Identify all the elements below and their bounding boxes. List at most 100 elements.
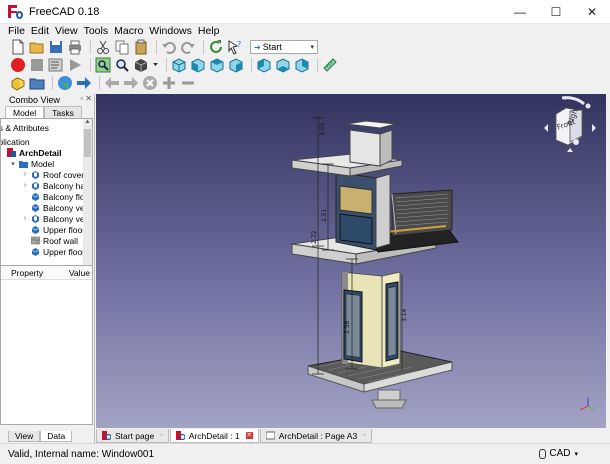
scroll-thumb[interactable] [84,129,91,157]
rear-view-icon[interactable] [256,57,272,73]
close-tab-icon[interactable]: ▫ [160,432,162,439]
measure-distance-icon[interactable] [322,57,338,73]
zoom-out-icon[interactable] [180,75,196,91]
navigation-style-value: CAD [549,448,571,459]
menu-help[interactable]: Help [198,25,220,37]
status-bar: Valid, Internal name: Window001 CAD ▾ [0,443,610,464]
navigate-back-icon[interactable] [104,75,120,91]
tab-data[interactable]: Data [40,431,73,442]
tree-expander[interactable]: ▾ [9,160,17,168]
navigation-style-selector[interactable]: CAD ▾ [539,448,578,459]
refresh-icon[interactable] [208,39,224,55]
document-tabs: Start page ▫ ArchDetail : 1 ✕ ArchDetail… [96,428,610,443]
menu-file[interactable]: File [8,25,25,37]
print-icon[interactable] [67,39,83,55]
tab-model[interactable]: Model [5,106,45,118]
structure-icon [31,181,40,190]
redo-icon[interactable] [180,39,196,55]
tree-item-balcony-handrail[interactable]: › Balcony handrail [21,180,85,191]
freecad-logo-icon [175,431,186,441]
zoom-in-icon[interactable] [161,75,177,91]
tree-item-balcony-floor[interactable]: Balcony floor [21,191,85,202]
fit-all-icon[interactable] [95,57,111,73]
stop-loading-icon[interactable] [142,75,158,91]
bottom-view-icon[interactable] [275,57,291,73]
3d-viewport[interactable]: 3.55 2.72 2.58 1.51 3.14 Front Right [96,94,606,428]
tab-archdetail-page-a3[interactable]: ArchDetail : Page A3 ▫ [259,429,372,443]
scroll-up-icon[interactable]: ▲ [83,119,92,125]
paste-icon[interactable] [133,39,149,55]
macro-view-toolbar [0,56,610,74]
tab-view[interactable]: View [8,431,41,442]
right-view-icon[interactable] [228,57,244,73]
web-globe-icon[interactable] [57,75,73,91]
file-toolbar: ? ➔ Start ▾ [0,38,610,56]
macros-icon[interactable] [48,57,64,73]
menu-macro[interactable]: Macro [114,25,143,37]
solid-icon [31,203,40,212]
maximize-button[interactable]: ☐ [538,0,574,24]
start-workbench-icon: ➔ [254,42,261,52]
structure-web-toolbar [0,74,610,92]
draw-style-icon[interactable] [133,57,149,73]
tree-document-archdetail[interactable]: ArchDetail [7,147,62,158]
tree-item-upper-floor-1[interactable]: Upper floor [21,224,85,235]
whats-this-icon[interactable]: ? [227,39,243,55]
tree-item-balcony-vert-2[interactable]: › Balcony vert [21,213,85,224]
property-editor[interactable]: Property Value [0,265,93,425]
menu-edit[interactable]: Edit [31,25,49,37]
tree-item-roof-wall[interactable]: Roof wall [21,235,78,246]
tree-item-upper-floor-2[interactable]: Upper floor [21,246,85,257]
web-go-icon[interactable] [76,75,92,91]
close-tab-icon[interactable]: ▫ [363,432,365,439]
undo-icon[interactable] [161,39,177,55]
workbench-selector[interactable]: ➔ Start ▾ [250,40,318,54]
copy-icon[interactable] [114,39,130,55]
property-view-tabs: View Data [8,431,73,442]
arch-model-render: 3.55 2.72 2.58 1.51 3.14 Front Right [291,96,596,411]
save-icon[interactable] [48,39,64,55]
axis-cross [579,398,595,411]
menu-windows[interactable]: Windows [149,25,192,37]
tree-item-balcony-vert-1[interactable]: Balcony vert [21,202,85,213]
front-view-icon[interactable] [190,57,206,73]
stereo-icon[interactable] [152,57,159,73]
status-message: Valid, Internal name: Window001 [8,448,155,460]
freecad-logo-icon [102,431,112,441]
new-file-icon[interactable] [10,39,26,55]
dimension-label-1: 3.55 [319,122,326,136]
tree-expander[interactable]: › [21,171,29,178]
dimension-label-3: 2.58 [344,320,351,334]
navigate-forward-icon[interactable] [123,75,139,91]
labels-attributes-header: Labels & Attributes [1,122,49,133]
close-button[interactable]: ✕ [574,0,610,24]
left-view-icon[interactable] [294,57,310,73]
tab-archdetail-3d[interactable]: ArchDetail : 1 ✕ [169,429,259,443]
minimize-button[interactable]: — [502,0,538,24]
tab-start-page[interactable]: Start page ▫ [96,429,169,443]
tree-expander[interactable]: › [21,182,29,189]
fit-selection-icon[interactable] [114,57,130,73]
structure-icon [31,170,40,179]
create-group-icon[interactable] [29,75,45,91]
execute-macro-icon[interactable] [67,57,83,73]
record-macro-icon[interactable] [10,57,26,73]
property-column-header: Property [11,267,44,278]
navigation-cube[interactable]: Front Right [544,96,596,152]
isometric-view-icon[interactable] [171,57,187,73]
close-tab-icon[interactable]: ✕ [245,432,253,439]
dimension-label-4: 1.51 [321,208,328,222]
stop-macro-icon[interactable] [29,57,45,73]
tree-expander[interactable]: › [21,215,29,222]
menu-view[interactable]: View [55,25,78,37]
tree-item-model[interactable]: ▾ Model [9,158,54,169]
tree-item-roof-cover[interactable]: › Roof cover [21,169,84,180]
cut-icon[interactable] [95,39,111,55]
open-folder-icon[interactable] [29,39,45,55]
create-part-icon[interactable] [10,75,26,91]
top-view-icon[interactable] [209,57,225,73]
menu-tools[interactable]: Tools [84,25,109,37]
tab-tasks[interactable]: Tasks [44,106,82,118]
property-header: Property Value [1,266,92,280]
dock-controls-icon[interactable]: ▫ ✕ [80,94,92,103]
